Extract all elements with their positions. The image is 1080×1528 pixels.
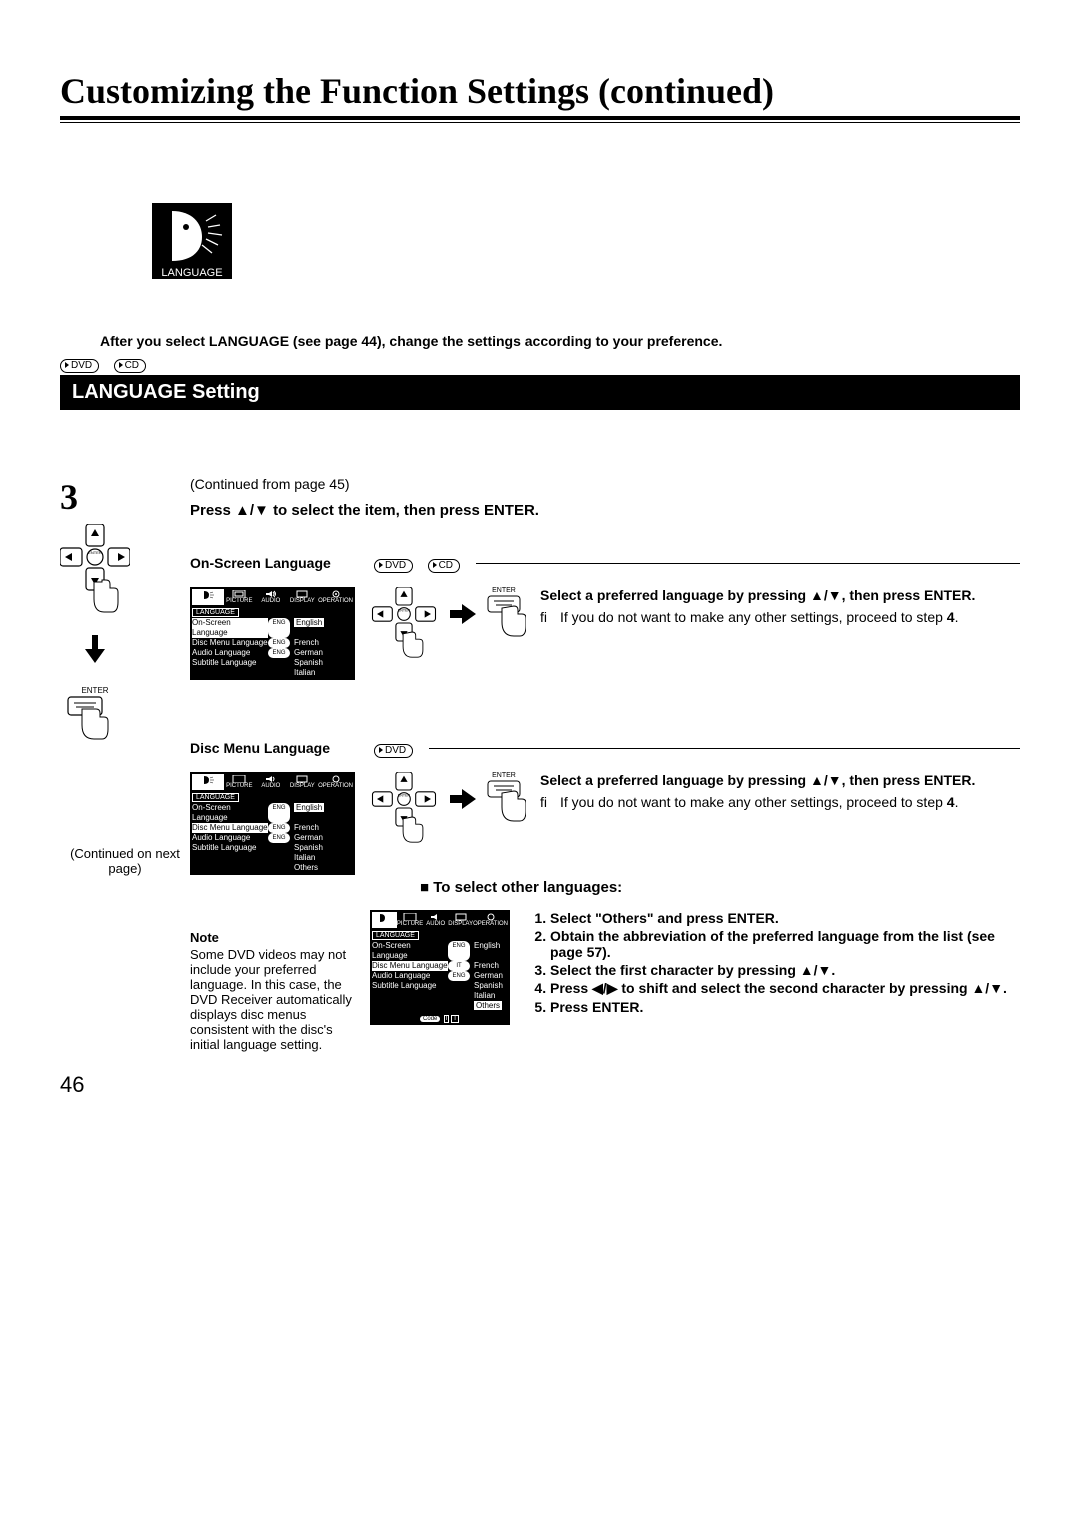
step-number: 3 (60, 476, 190, 518)
remote-dpad-icon: ENTER (369, 772, 444, 849)
cd-badge: CD (114, 359, 146, 373)
enter-button-icon: ENTER (482, 772, 526, 828)
osd-menu-others: PICTURE AUDIO DISPLAY OPERATION LANGUAGE… (370, 910, 510, 1052)
page-title: Customizing the Function Settings (conti… (60, 70, 1020, 112)
right-arrow-icon (450, 772, 476, 832)
onscreen-select-instruction: Select a preferred language by pressing … (540, 587, 1020, 603)
dvd-badge: DVD (374, 744, 413, 758)
dvd-badge: DVD (374, 559, 413, 573)
svg-text:LANGUAGE: LANGUAGE (161, 267, 222, 279)
discmenu-select-instruction: Select a preferred language by pressing … (540, 772, 1020, 788)
enter-button-icon: ENTER (482, 587, 526, 643)
continued-from: (Continued from page 45) (190, 476, 1020, 492)
osd-tab-operation: OPERATION (318, 589, 353, 605)
continued-next-page: (Continued on next page) (60, 846, 190, 876)
onscreen-note: ﬁ If you do not want to make any other s… (540, 609, 1020, 625)
osd-menu-discmenu: PICTURE AUDIO DISPLAY OPERATION LANGUAGE… (190, 772, 355, 875)
remote-dpad-icon: ENTER (60, 524, 130, 619)
osd-tab-language (192, 774, 224, 790)
right-arrow-icon (450, 587, 476, 647)
other-languages-steps: Select "Others" and press ENTER. Obtain … (530, 910, 1020, 1052)
disc-badges: DVD CD (60, 355, 1020, 373)
intro-text: After you select LANGUAGE (see page 44),… (100, 333, 1020, 349)
onscreen-language-header: On-Screen Language DVD CD (190, 555, 1020, 573)
enter-button-icon: ENTER (60, 686, 130, 746)
page-number: 46 (60, 1072, 1020, 1098)
down-arrow-icon (60, 635, 130, 670)
osd-tab-audio: AUDIO (255, 589, 287, 605)
step-instruction: Press ▲/▼ to select the item, then press… (190, 502, 1020, 519)
note-heading: Note (190, 930, 356, 945)
dvd-badge: DVD (60, 359, 99, 373)
discmenu-language-label: Disc Menu Language (190, 740, 330, 756)
svg-text:ENTER: ENTER (88, 550, 102, 555)
title-rule (60, 116, 1020, 123)
osd-menu-onscreen: PICTURE AUDIO DISPLAY OPERATION LANGUAGE… (190, 587, 355, 680)
osd-tab-display: DISPLAY (287, 589, 319, 605)
svg-text:ENTER: ENTER (398, 608, 411, 612)
svg-text:ENTER: ENTER (398, 793, 411, 797)
discmenu-note: ﬁ If you do not want to make any other s… (540, 794, 1020, 810)
other-languages-heading: ■ To select other languages: (420, 879, 1020, 896)
note-body: Some DVD videos may not include your pre… (190, 947, 356, 1052)
language-icon: LANGUAGE (152, 203, 232, 279)
onscreen-language-label: On-Screen Language (190, 555, 331, 571)
discmenu-language-header: Disc Menu Language DVD (190, 740, 1020, 758)
remote-dpad-icon: ENTER (369, 587, 444, 664)
section-bar: LANGUAGE Setting (60, 375, 1020, 410)
osd-tab-language (192, 589, 224, 605)
cd-badge: CD (428, 559, 460, 573)
osd-tab-picture: PICTURE (224, 589, 256, 605)
